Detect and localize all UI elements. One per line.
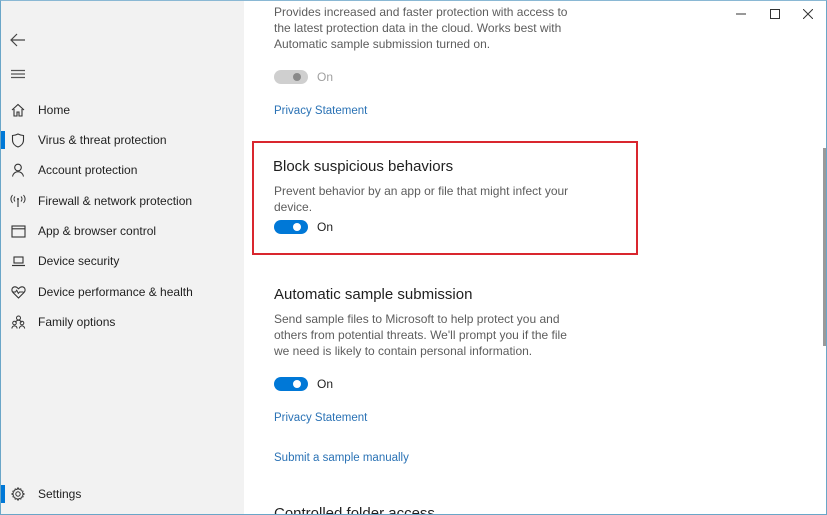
back-button[interactable] <box>5 28 31 52</box>
privacy-statement-link[interactable]: Privacy Statement <box>274 412 367 424</box>
back-arrow-icon <box>10 33 25 47</box>
toggle-knob <box>293 380 301 388</box>
cloud-protection-toggle-label: On <box>317 70 334 84</box>
minimize-icon <box>736 13 746 15</box>
sidebar-item-label: Home <box>38 103 71 117</box>
hamburger-menu-icon <box>11 69 25 79</box>
description-line: the latest protection data in the cloud.… <box>274 21 562 35</box>
close-button[interactable] <box>791 3 825 25</box>
sidebar-item-label: App & browser control <box>38 224 157 238</box>
sidebar-item-label: Virus & threat protection <box>38 133 167 147</box>
block-suspicious-description: Prevent behavior by an app or file that … <box>274 183 594 215</box>
sidebar-item-account-protection[interactable]: Account protection <box>1 156 244 184</box>
sidebar-item-label: Family options <box>38 315 116 329</box>
shield-icon <box>10 132 26 148</box>
sidebar-item-app-browser-control[interactable]: App & browser control <box>1 217 244 245</box>
sidebar-item-label: Account protection <box>38 163 138 177</box>
block-suspicious-title: Block suspicious behaviors <box>273 158 454 175</box>
maximize-icon <box>770 9 780 19</box>
sidebar-item-label: Device performance & health <box>38 285 193 299</box>
home-icon <box>10 102 26 118</box>
wireless-signal-icon <box>10 193 26 209</box>
family-icon <box>10 314 26 330</box>
person-icon <box>10 162 26 178</box>
description-line: Send sample files to Microsoft to help p… <box>274 312 560 326</box>
controlled-folder-access-title: Controlled folder access <box>274 505 435 515</box>
sidebar-item-device-performance-health[interactable]: Device performance & health <box>1 278 244 306</box>
automatic-sample-title: Automatic sample submission <box>274 286 473 303</box>
automatic-sample-toggle-label: On <box>317 377 334 391</box>
sidebar-item-label: Settings <box>38 487 82 501</box>
maximize-button[interactable] <box>758 3 792 25</box>
sidebar-item-label: Firewall & network protection <box>38 194 193 208</box>
automatic-sample-description: Send sample files to Microsoft to help p… <box>274 311 594 359</box>
laptop-icon <box>10 253 26 269</box>
minimize-button[interactable] <box>724 3 758 25</box>
submit-sample-manually-link[interactable]: Submit a sample manually <box>274 452 409 464</box>
sidebar-item-home[interactable]: Home <box>1 96 244 124</box>
toggle-knob <box>293 73 301 81</box>
privacy-statement-link[interactable]: Privacy Statement <box>274 105 367 117</box>
vertical-scrollbar[interactable] <box>823 148 826 346</box>
sidebar-item-family-options[interactable]: Family options <box>1 308 244 336</box>
description-line: Provides increased and faster protection… <box>274 5 568 19</box>
hamburger-menu-button[interactable] <box>5 62 31 86</box>
description-line: Automatic sample submission turned on. <box>274 37 491 51</box>
sidebar-item-settings[interactable]: Settings <box>1 480 244 508</box>
sidebar-item-virus-threat-protection[interactable]: Virus & threat protection <box>1 126 244 154</box>
windows-security-window: Home Virus & threat protection Account p… <box>0 0 827 515</box>
block-suspicious-toggle-label: On <box>317 220 334 234</box>
sidebar: Home Virus & threat protection Account p… <box>1 1 244 514</box>
cloud-protection-description: Provides increased and faster protection… <box>274 4 594 52</box>
gear-icon <box>10 486 26 502</box>
sidebar-item-firewall-network-protection[interactable]: Firewall & network protection <box>1 187 244 215</box>
cloud-protection-toggle[interactable] <box>274 70 308 84</box>
toggle-knob <box>293 223 301 231</box>
sidebar-item-device-security[interactable]: Device security <box>1 247 244 275</box>
description-line: device. <box>274 200 313 214</box>
close-icon <box>803 9 813 19</box>
automatic-sample-toggle[interactable] <box>274 377 308 391</box>
description-line: others from potential threats. We'll pro… <box>274 328 567 342</box>
description-line: we need is likely to contain personal in… <box>274 344 533 358</box>
block-suspicious-toggle[interactable] <box>274 220 308 234</box>
sidebar-item-label: Device security <box>38 254 120 268</box>
heart-pulse-icon <box>10 284 26 300</box>
app-window-icon <box>10 223 26 239</box>
description-line: Prevent behavior by an app or file that … <box>274 184 569 198</box>
